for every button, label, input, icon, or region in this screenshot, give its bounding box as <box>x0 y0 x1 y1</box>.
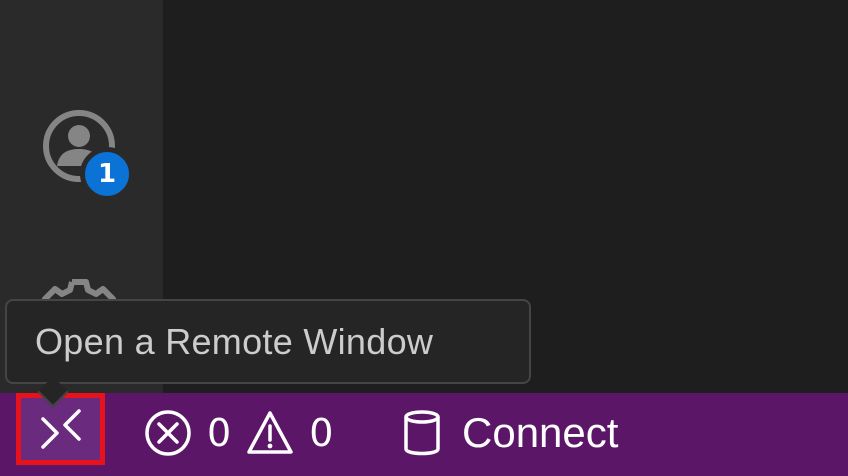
status-bar: 0 0 Connect <box>0 393 848 476</box>
error-count: 0 <box>207 411 232 455</box>
connect-label: Connect <box>462 409 619 456</box>
database-icon <box>404 410 440 456</box>
accounts-button[interactable]: 1 <box>36 102 134 201</box>
accounts-badge: 1 <box>80 147 134 201</box>
tooltip-text: Open a Remote Window <box>35 320 434 362</box>
remote-window-button[interactable] <box>16 393 105 465</box>
remote-tooltip: Open a Remote Window <box>5 299 531 384</box>
connect-button[interactable]: Connect <box>402 393 618 473</box>
remote-icon <box>40 409 81 449</box>
error-icon <box>145 410 191 456</box>
warning-count: 0 <box>309 411 334 455</box>
warning-icon <box>247 411 293 454</box>
problems-indicator[interactable]: 0 0 <box>143 393 347 473</box>
